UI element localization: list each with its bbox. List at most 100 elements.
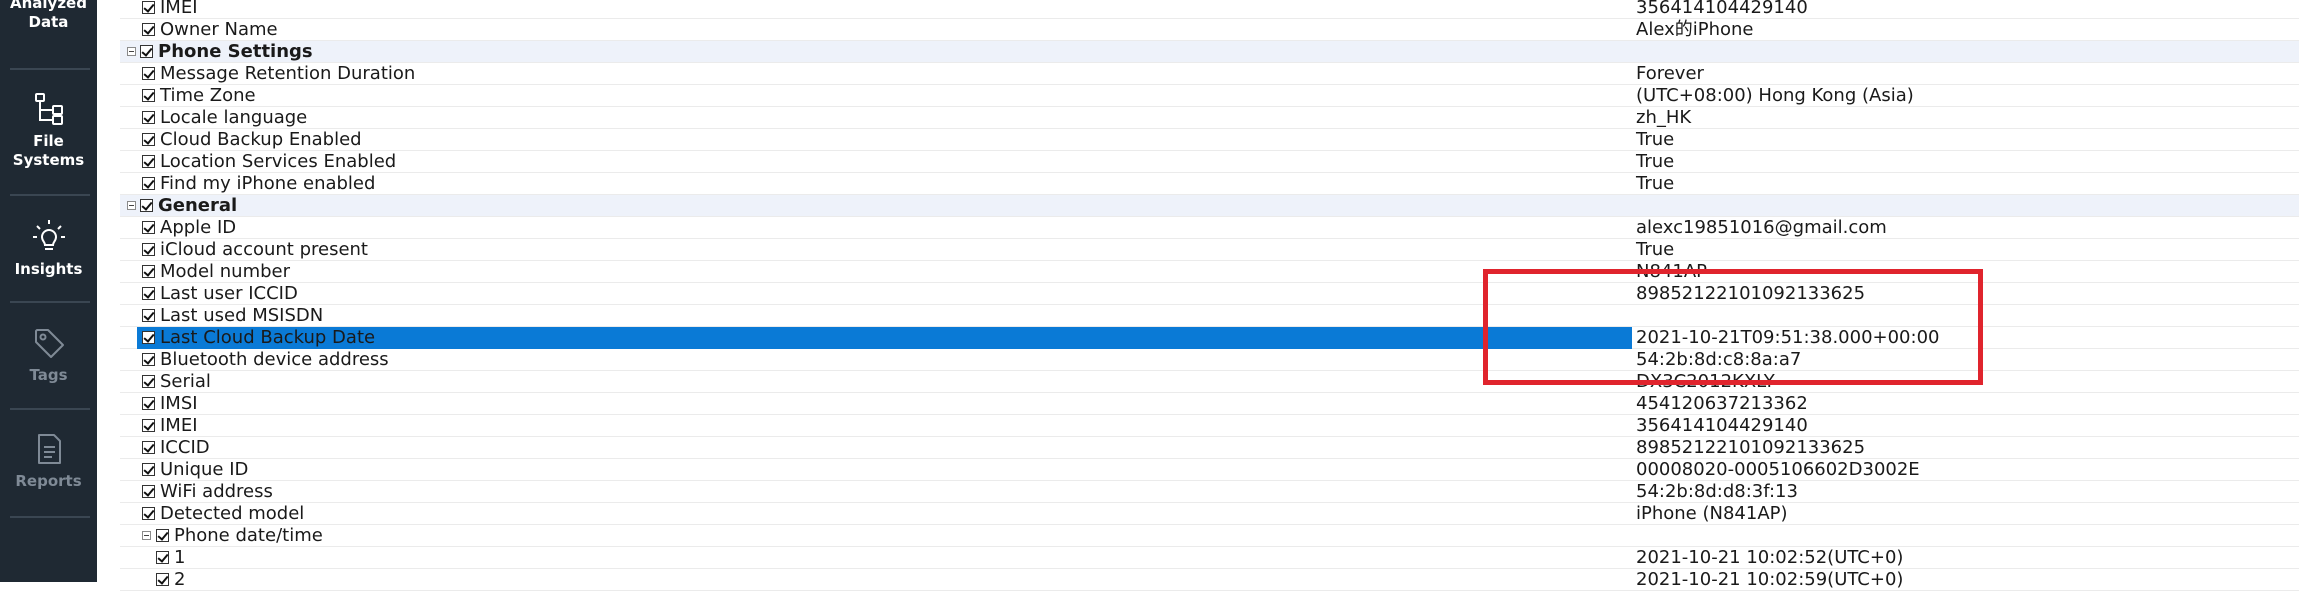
tree-row[interactable]: Detected model iPhone (N841AP) bbox=[120, 503, 2299, 525]
row-checkbox[interactable] bbox=[156, 529, 169, 542]
row-value: 356414104429140 bbox=[1636, 415, 1808, 436]
nav-file-systems[interactable]: File Systems bbox=[0, 92, 97, 170]
nav-reports-label: Reports bbox=[15, 472, 82, 490]
tree-row[interactable]: Owner Name Alex的iPhone bbox=[120, 19, 2299, 41]
highlight-annotation-box bbox=[1483, 269, 1983, 385]
row-checkbox[interactable] bbox=[142, 67, 155, 80]
row-checkbox[interactable] bbox=[142, 353, 155, 366]
row-label: Phone Settings bbox=[158, 41, 313, 62]
tag-icon bbox=[34, 329, 64, 358]
row-value: 454120637213362 bbox=[1636, 393, 1808, 414]
row-label: Locale language bbox=[160, 107, 308, 128]
tree-row[interactable]: IMEI 356414104429140 bbox=[120, 415, 2299, 437]
tree-row[interactable]: Location Services Enabled True bbox=[120, 151, 2299, 173]
row-label: Last user ICCID bbox=[160, 283, 298, 304]
tree-row[interactable]: ICCID 89852122101092133625 bbox=[120, 437, 2299, 459]
collapse-toggle-icon[interactable] bbox=[127, 201, 136, 210]
nav-separator bbox=[10, 301, 90, 303]
row-label: Model number bbox=[160, 261, 291, 282]
collapse-toggle-icon[interactable] bbox=[142, 531, 151, 540]
row-checkbox[interactable] bbox=[142, 133, 155, 146]
tree-row[interactable]: IMSI 454120637213362 bbox=[120, 393, 2299, 415]
row-label: Serial bbox=[160, 371, 211, 392]
row-checkbox[interactable] bbox=[142, 265, 155, 278]
nav-separator bbox=[10, 516, 90, 518]
row-checkbox[interactable] bbox=[142, 1, 155, 14]
tree-row[interactable]: Message Retention Duration Forever bbox=[120, 63, 2299, 85]
row-checkbox[interactable] bbox=[142, 463, 155, 476]
row-checkbox[interactable] bbox=[142, 375, 155, 388]
row-value: Alex的iPhone bbox=[1636, 19, 1754, 40]
tree-row[interactable]: Unique ID 00008020-0005106602D3002E bbox=[120, 459, 2299, 481]
row-checkbox[interactable] bbox=[142, 89, 155, 102]
row-value: (UTC+08:00) Hong Kong (Asia) bbox=[1636, 85, 1914, 106]
report-icon bbox=[37, 434, 61, 464]
row-value: zh_HK bbox=[1636, 107, 1692, 128]
row-checkbox[interactable] bbox=[142, 155, 155, 168]
row-checkbox[interactable] bbox=[142, 485, 155, 498]
tree-row[interactable]: Time Zone (UTC+08:00) Hong Kong (Asia) bbox=[120, 85, 2299, 107]
row-checkbox[interactable] bbox=[140, 45, 153, 58]
row-label: Owner Name bbox=[160, 19, 278, 40]
row-label: Bluetooth device address bbox=[160, 349, 389, 370]
row-checkbox[interactable] bbox=[156, 551, 169, 564]
tree-row[interactable]: Apple ID alexc19851016@gmail.com bbox=[120, 217, 2299, 239]
row-value: 356414104429140 bbox=[1636, 0, 1808, 18]
tree-row[interactable]: Locale language zh_HK bbox=[120, 107, 2299, 129]
row-checkbox[interactable] bbox=[142, 177, 155, 190]
lightbulb-icon bbox=[32, 220, 65, 250]
row-checkbox[interactable] bbox=[142, 419, 155, 432]
row-checkbox[interactable] bbox=[142, 397, 155, 410]
row-checkbox[interactable] bbox=[142, 111, 155, 124]
row-checkbox[interactable] bbox=[156, 573, 169, 586]
nav-file-systems-label: File Systems bbox=[12, 132, 85, 169]
row-checkbox[interactable] bbox=[142, 243, 155, 256]
row-label: Phone date/time bbox=[174, 525, 323, 546]
collapse-toggle-icon[interactable] bbox=[127, 47, 136, 56]
row-value: 2021-10-21 10:02:52(UTC+0) bbox=[1636, 547, 1904, 568]
row-checkbox[interactable] bbox=[142, 441, 155, 454]
tree-row[interactable]: WiFi address 54:2b:8d:d8:3f:13 bbox=[120, 481, 2299, 503]
file-systems-icon bbox=[34, 93, 63, 125]
tree-row[interactable]: 1 2021-10-21 10:02:52(UTC+0) bbox=[120, 547, 2299, 569]
tree-row[interactable]: IMEI 356414104429140 bbox=[120, 0, 2299, 19]
row-value: 2021-10-21 10:02:59(UTC+0) bbox=[1636, 569, 1904, 590]
tree-row[interactable]: iCloud account present True bbox=[120, 239, 2299, 261]
tree-row[interactable]: Find my iPhone enabled True bbox=[120, 173, 2299, 195]
nav-insights-label: Insights bbox=[14, 260, 83, 278]
tree-group-row[interactable]: General bbox=[120, 195, 2299, 217]
row-label: Location Services Enabled bbox=[160, 151, 397, 172]
nav-tags[interactable]: Tags bbox=[0, 326, 97, 385]
tree-group-row[interactable]: Phone Settings bbox=[120, 41, 2299, 63]
row-checkbox[interactable] bbox=[142, 23, 155, 36]
row-label: 1 bbox=[174, 547, 186, 568]
row-value: True bbox=[1636, 129, 1675, 150]
tree-row[interactable]: 2 2021-10-21 10:02:59(UTC+0) bbox=[120, 569, 2299, 591]
row-checkbox[interactable] bbox=[140, 199, 153, 212]
row-label: IMEI bbox=[160, 0, 198, 18]
row-label: Find my iPhone enabled bbox=[160, 173, 376, 194]
row-value: iPhone (N841AP) bbox=[1636, 503, 1788, 524]
nav-reports[interactable]: Reports bbox=[0, 432, 97, 491]
row-checkbox[interactable] bbox=[142, 331, 155, 344]
tree-row[interactable]: Phone date/time bbox=[120, 525, 2299, 547]
nav-insights[interactable]: Insights bbox=[0, 218, 97, 279]
nav-tags-label: Tags bbox=[29, 366, 68, 384]
row-checkbox[interactable] bbox=[142, 221, 155, 234]
row-value: alexc19851016@gmail.com bbox=[1636, 217, 1887, 238]
row-value: True bbox=[1636, 151, 1675, 172]
row-label: Message Retention Duration bbox=[160, 63, 416, 84]
row-checkbox[interactable] bbox=[142, 287, 155, 300]
row-checkbox[interactable] bbox=[142, 507, 155, 520]
row-label: iCloud account present bbox=[160, 239, 368, 260]
tree-row[interactable]: Cloud Backup Enabled True bbox=[120, 129, 2299, 151]
row-label: 2 bbox=[174, 569, 186, 590]
nav-analyzed-data[interactable]: Analyzed Data bbox=[0, 0, 97, 32]
row-label: ICCID bbox=[160, 437, 210, 458]
row-value: Forever bbox=[1636, 63, 1704, 84]
row-label: General bbox=[158, 195, 238, 216]
row-label: Last used MSISDN bbox=[160, 305, 324, 326]
row-label: Apple ID bbox=[160, 217, 237, 238]
row-checkbox[interactable] bbox=[142, 309, 155, 322]
row-value: 54:2b:8d:d8:3f:13 bbox=[1636, 481, 1798, 502]
